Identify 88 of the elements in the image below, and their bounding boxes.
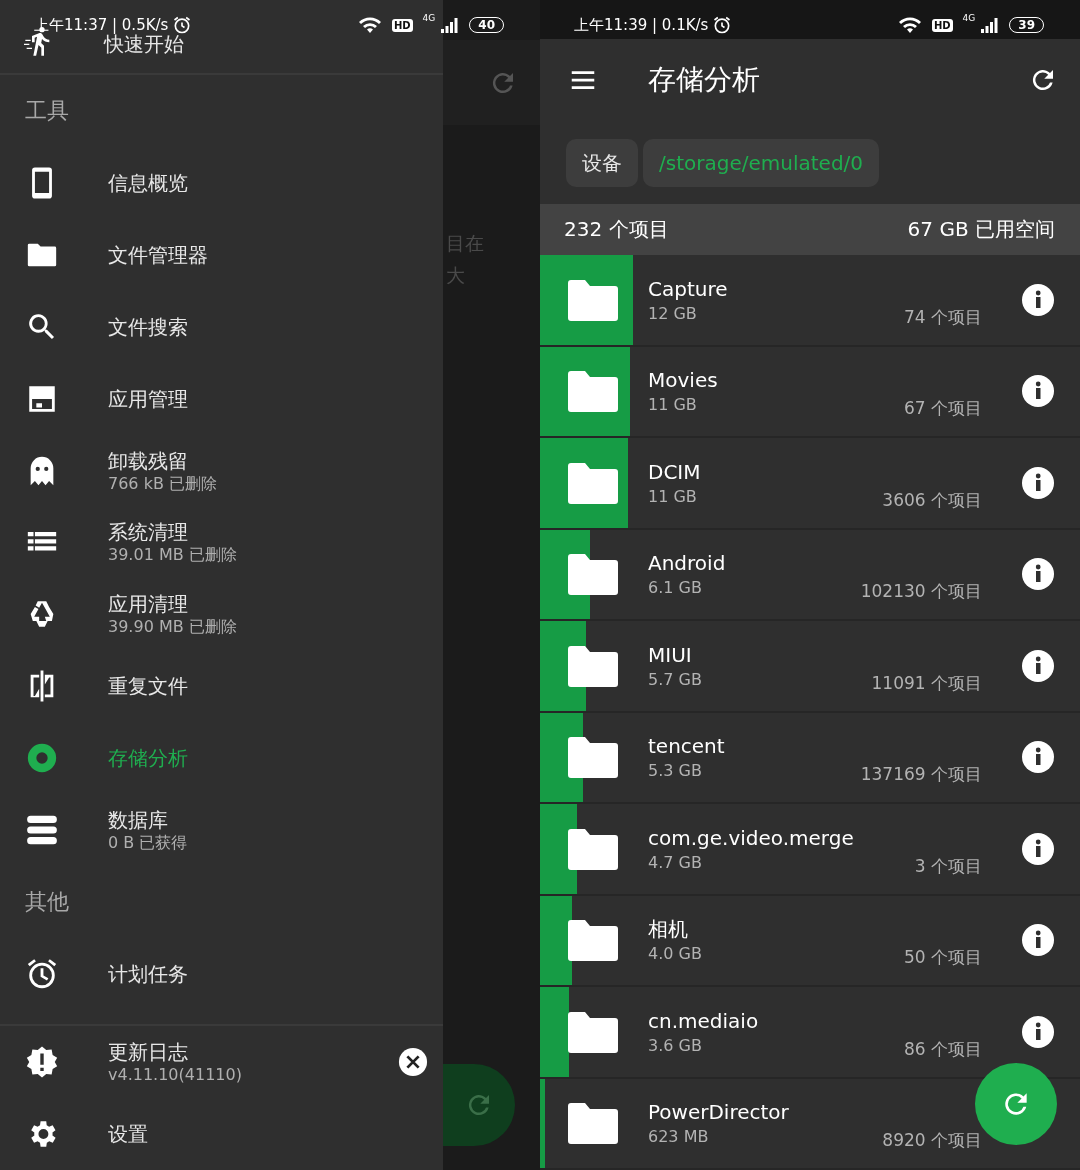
drawer-item[interactable]: 应用管理 xyxy=(0,362,443,435)
folder-name: 相机 xyxy=(648,916,689,944)
screen-title: 存储分析 xyxy=(648,62,761,99)
drawer-item[interactable]: 存储分析 xyxy=(0,722,443,795)
info-icon[interactable] xyxy=(1022,466,1054,499)
alarm-icon xyxy=(712,15,733,35)
used-space: 67 GB 已用空间 xyxy=(907,216,1055,244)
folder-item-count: 3 个项目 xyxy=(914,854,982,878)
info-icon[interactable] xyxy=(1022,1015,1054,1048)
drawer-item[interactable]: 设置 xyxy=(0,1097,443,1170)
signal-icon xyxy=(439,17,460,33)
drawer-item-label[interactable]: 快速开始 xyxy=(104,30,184,57)
drawer-item[interactable]: 文件搜索 xyxy=(0,290,443,363)
drawer-item[interactable]: 文件管理器 xyxy=(0,218,443,291)
close-icon[interactable] xyxy=(398,1046,428,1077)
folder-icon xyxy=(568,1010,618,1053)
wifi-icon xyxy=(897,16,922,34)
folder-name: PowerDirector xyxy=(648,1099,790,1127)
folder-icon xyxy=(568,736,618,779)
folder-size: 5.7 GB xyxy=(648,668,703,691)
drawer-item[interactable]: 信息概览 xyxy=(0,146,443,219)
section-header: 工具 xyxy=(24,96,70,125)
signal-icon xyxy=(979,17,1000,33)
folder-name: DCIM xyxy=(648,458,702,486)
folder-row[interactable]: Movies 11 GB 67 个项目 xyxy=(540,346,1080,438)
folder-icon xyxy=(568,644,618,687)
drawer-item[interactable]: 应用清理 39.90 MB 已删除 xyxy=(0,578,443,651)
info-icon[interactable] xyxy=(1022,558,1054,591)
network-type: 4G xyxy=(422,13,436,23)
item-count: 232 个项目 xyxy=(564,216,669,244)
folder-size: 623 MB xyxy=(648,1126,710,1149)
section-header: 其他 xyxy=(24,888,70,917)
drawer-item[interactable]: 卸载残留 766 kB 已删除 xyxy=(0,434,443,507)
folder-item-count: 86 个项目 xyxy=(903,1037,982,1061)
folder-size: 3.6 GB xyxy=(648,1034,703,1057)
folder-name: Movies xyxy=(648,367,719,395)
network-type: 4G xyxy=(962,13,976,23)
folder-size: 12 GB xyxy=(648,302,698,325)
folder-row[interactable]: 相机 4.0 GB 50 个项目 xyxy=(540,895,1080,987)
folder-row[interactable]: com.ge.video.merge 4.7 GB 3 个项目 xyxy=(540,804,1080,896)
folder-row[interactable]: tencent 5.3 GB 137169 个项目 xyxy=(540,712,1080,804)
info-icon[interactable] xyxy=(1022,741,1054,774)
status-time: 上午11:39 | 0.1K/s xyxy=(574,15,709,35)
wifi-icon xyxy=(357,16,382,34)
alarm-icon xyxy=(172,15,193,35)
breadcrumb-chip[interactable]: /storage/emulated/0 xyxy=(643,139,880,188)
drawer-item[interactable]: 系统清理 39.01 MB 已删除 xyxy=(0,506,443,579)
folder-name: Android xyxy=(648,550,727,578)
folder-row[interactable]: Android 6.1 GB 102130 个项目 xyxy=(540,529,1080,621)
folder-size: 5.3 GB xyxy=(648,760,703,783)
folder-size: 4.0 GB xyxy=(648,943,703,966)
info-icon[interactable] xyxy=(1022,924,1054,957)
folder-icon xyxy=(568,827,618,870)
folder-icon xyxy=(568,919,618,962)
folder-name: MIUI xyxy=(648,641,693,669)
info-icon[interactable] xyxy=(1022,283,1054,316)
info-icon[interactable] xyxy=(1022,832,1054,865)
folder-row[interactable]: MIUI 5.7 GB 11091 个项目 xyxy=(540,621,1080,713)
alert-icon xyxy=(25,1044,59,1079)
folder-name: com.ge.video.merge xyxy=(648,824,855,852)
folder-row[interactable]: DCIM 11 GB 3606 个项目 xyxy=(540,438,1080,530)
folder-item-count: 102130 个项目 xyxy=(860,580,982,603)
folder-name: tencent xyxy=(648,733,726,761)
info-icon[interactable] xyxy=(1022,649,1054,682)
alarm-icon xyxy=(25,956,59,991)
folder-size: 11 GB xyxy=(648,485,698,508)
folder-size: 6.1 GB xyxy=(648,577,703,600)
folder-item-count: 67 个项目 xyxy=(903,397,982,420)
folder-item-count: 3606 个项目 xyxy=(882,488,982,512)
folder-name: Capture xyxy=(648,275,729,303)
folder-icon xyxy=(568,1102,618,1145)
folder-item-count: 11091 个项目 xyxy=(871,671,982,695)
folder-name: cn.mediaio xyxy=(648,1007,760,1035)
drawer-item[interactable]: 更新日志 v4.11.10(41110) xyxy=(0,1025,443,1098)
folder-item-count: 137169 个项目 xyxy=(860,763,982,786)
folder-row[interactable]: Capture 12 GB 74 个项目 xyxy=(540,255,1080,347)
info-icon[interactable] xyxy=(1022,375,1054,408)
folder-item-count: 8920 个项目 xyxy=(882,1129,982,1152)
folder-item-count: 74 个项目 xyxy=(903,305,982,329)
breadcrumb-chip[interactable]: 设备 xyxy=(566,139,638,188)
drawer-item[interactable]: 数据库 0 B 已获得 xyxy=(0,794,443,867)
folder-icon xyxy=(568,370,618,413)
folder-item-count: 50 个项目 xyxy=(903,946,982,969)
drawer-item[interactable]: 计划任务 xyxy=(0,938,443,1010)
drawer-item[interactable]: 重复文件 xyxy=(0,650,443,723)
folder-size: 11 GB xyxy=(648,394,698,417)
folder-icon xyxy=(568,553,618,596)
folder-size: 4.7 GB xyxy=(648,851,703,874)
